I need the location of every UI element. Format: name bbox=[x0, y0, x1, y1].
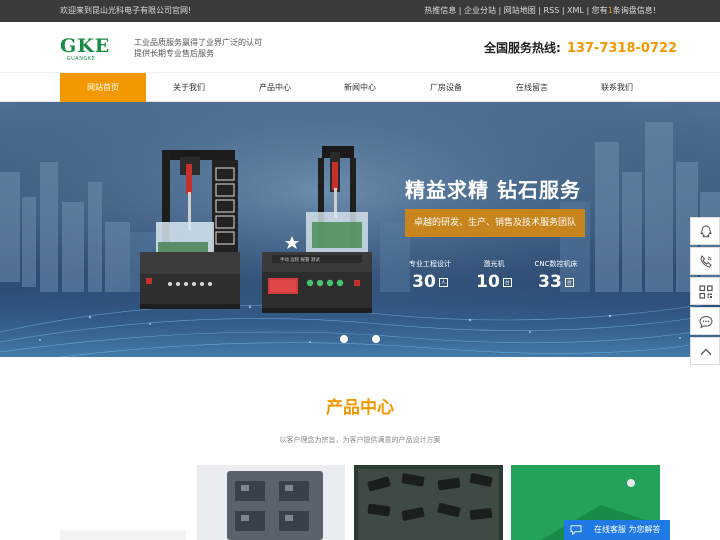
stat-label: CNC数控机床 bbox=[534, 260, 578, 268]
side-phone-button[interactable] bbox=[690, 247, 720, 275]
stat-lasers: 激光机 10 台 bbox=[464, 259, 524, 292]
back-to-top-button[interactable] bbox=[690, 337, 720, 365]
stat-cnc: CNC数控机床 33 台 bbox=[526, 259, 586, 292]
logo[interactable]: GKE GUANGKE bbox=[60, 36, 109, 64]
online-chat-button[interactable]: 在线客服 为您解答 bbox=[564, 520, 670, 540]
stat-label: 激光机 bbox=[483, 260, 505, 268]
product-image-1[interactable] bbox=[197, 465, 345, 540]
nav-item-home[interactable]: 网站首页 bbox=[60, 73, 146, 102]
slogan-line-1: 工业品质服务赢得了业界广泛的认可 bbox=[134, 38, 262, 47]
online-chat-label[interactable]: 在线客服 为您解答 bbox=[594, 520, 661, 540]
top-links-text[interactable]: 热推信息 | 企业分站 | 网站地图 | RSS | XML | 您有 bbox=[424, 6, 607, 15]
nav-item-about[interactable]: 关于我们 bbox=[146, 73, 232, 102]
logo-mark[interactable]: GKE bbox=[60, 36, 109, 56]
stat-value: 10 bbox=[476, 272, 500, 292]
products-subtitle: 以客户理念为宗旨，为客户提供满意的产品设计方案 bbox=[279, 436, 441, 444]
chat-bubble-icon bbox=[699, 315, 713, 329]
stat-unit: 人 bbox=[438, 277, 448, 287]
stat-label: 专业工程设计 bbox=[409, 260, 451, 268]
stat-value: 30 bbox=[412, 272, 436, 292]
phone-icon bbox=[700, 255, 712, 268]
nav-item-contact[interactable]: 联系我们 bbox=[574, 73, 660, 102]
nav-item-factory[interactable]: 厂房设备 bbox=[403, 73, 489, 102]
chevron-up-icon bbox=[700, 348, 712, 355]
hero-banner[interactable]: 手动 远程 报警 测试 精益求精 钻石服务 卓越的研发、生产、销售及技术服务团队… bbox=[0, 102, 720, 357]
side-qq-button[interactable] bbox=[690, 217, 720, 245]
side-message-button[interactable] bbox=[690, 307, 720, 335]
top-links[interactable]: 热推信息 | 企业分站 | 网站地图 | RSS | XML | 您有1条询盘信… bbox=[424, 0, 656, 22]
qq-icon bbox=[700, 225, 712, 238]
slide-dot-1[interactable] bbox=[340, 335, 348, 343]
stat-unit: 台 bbox=[502, 277, 512, 287]
chat-icon bbox=[570, 525, 582, 535]
hotline: 全国服务热线: 137-7318-0722 bbox=[484, 39, 677, 56]
product-image-2[interactable] bbox=[354, 465, 503, 540]
nav-item-news[interactable]: 新闻中心 bbox=[317, 73, 403, 102]
main-nav: 网站首页 关于我们 产品中心 新闻中心 厂房设备 在线留言 联系我们 bbox=[0, 73, 720, 102]
stat-unit: 台 bbox=[564, 277, 574, 287]
top-links-tail[interactable]: 条询盘信息! bbox=[613, 6, 656, 15]
welcome-text: 欢迎来到昆山光科电子有限公司官网! bbox=[60, 6, 192, 15]
hotline-number[interactable]: 137-7318-0722 bbox=[567, 41, 677, 56]
qrcode-icon bbox=[699, 285, 713, 299]
banner-background: 手动 远程 报警 测试 bbox=[0, 102, 720, 357]
slide-dot-2[interactable] bbox=[372, 335, 380, 343]
top-bar: 欢迎来到昆山光科电子有限公司官网! 热推信息 | 企业分站 | 网站地图 | R… bbox=[0, 0, 720, 22]
nav-item-products[interactable]: 产品中心 bbox=[232, 73, 318, 102]
product-thumb-1[interactable] bbox=[197, 465, 345, 540]
stat-engineers: 专业工程设计 30 人 bbox=[400, 259, 460, 292]
product-thumb-2[interactable] bbox=[354, 465, 503, 540]
side-qrcode-button[interactable] bbox=[690, 277, 720, 305]
banner-subtitle: 卓越的研发、生产、销售及技术服务团队 bbox=[405, 209, 585, 237]
banner-title: 精益求精 钻石服务 bbox=[405, 178, 581, 202]
nav-item-message[interactable]: 在线留言 bbox=[489, 73, 575, 102]
products-title: 产品中心 bbox=[326, 398, 394, 418]
site-header: GKE GUANGKE 工业品质服务赢得了业界广泛的认可 提供长期专业售后服务 … bbox=[0, 22, 720, 73]
product-category-sidebar bbox=[60, 530, 186, 540]
stat-value: 33 bbox=[538, 272, 562, 292]
hotline-label: 全国服务热线: bbox=[484, 41, 561, 55]
slogan-line-2: 提供长期专业售后服务 bbox=[134, 49, 214, 58]
slogan: 工业品质服务赢得了业界广泛的认可 提供长期专业售后服务 bbox=[134, 37, 262, 59]
machine-panel-text: 手动 远程 报警 测试 bbox=[280, 256, 320, 263]
